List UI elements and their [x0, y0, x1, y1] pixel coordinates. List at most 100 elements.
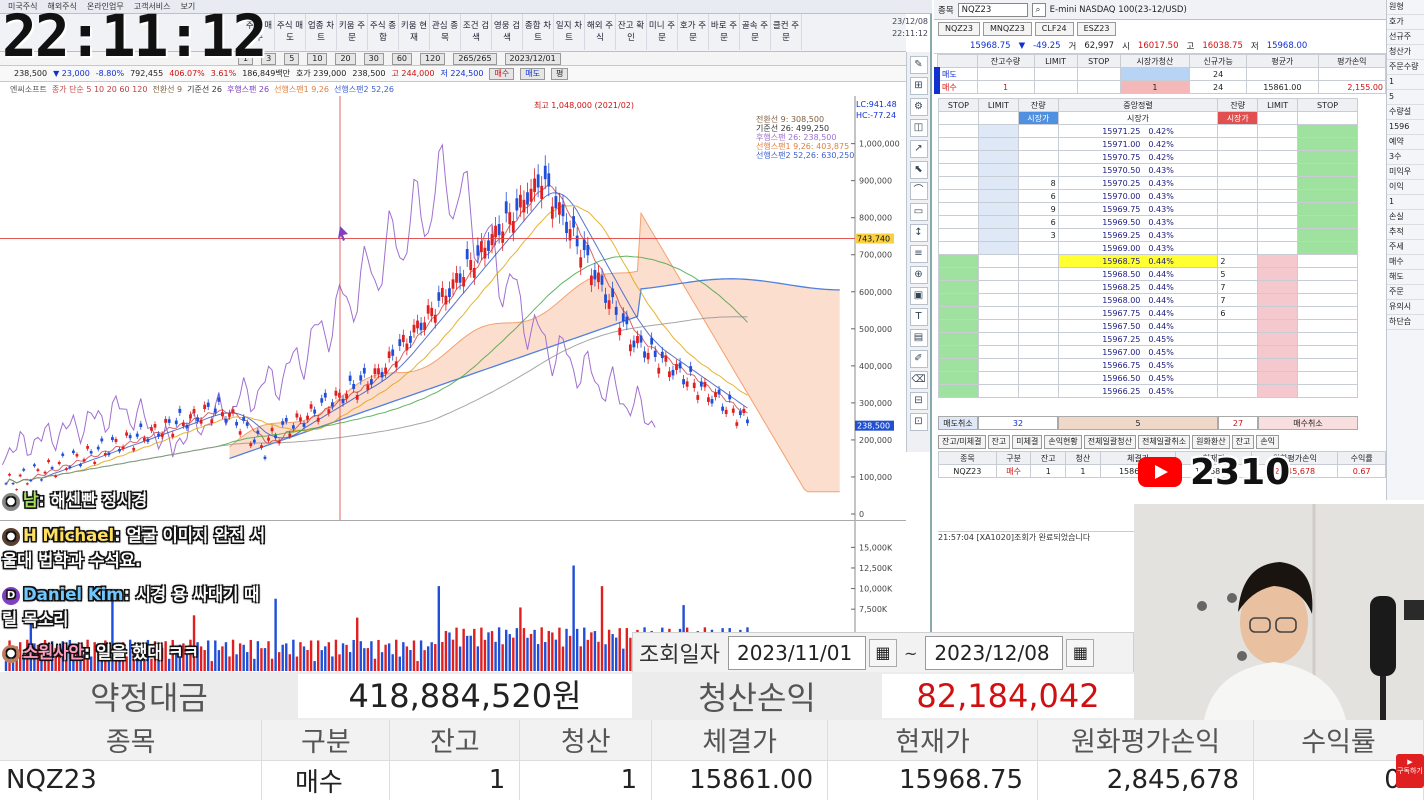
chart-tool-icon[interactable]: ↗ [909, 140, 928, 158]
limit-cell[interactable] [977, 254, 1019, 268]
order-book-row[interactable]: 15968.00 0.44% 7 [938, 293, 1358, 307]
account-tab[interactable]: 잔고 [987, 435, 1011, 449]
period-button[interactable]: 20 [335, 52, 356, 65]
price-cell[interactable]: 15971.00 0.42% [1057, 137, 1219, 151]
sell-button[interactable]: 매도 [520, 67, 545, 80]
order-panel-item[interactable]: 원형 [1387, 0, 1424, 15]
sell-cancel-button[interactable]: 매도취소 [938, 416, 978, 430]
stop-cell[interactable] [938, 176, 979, 190]
market-sell-button[interactable]: 시장가 [1017, 111, 1059, 125]
limit-cell[interactable] [977, 345, 1019, 359]
limit-cell[interactable] [977, 358, 1019, 372]
buy-button[interactable]: 매수 [489, 67, 515, 80]
stop-cell[interactable] [1297, 267, 1358, 281]
order-book-row[interactable]: 9 15969.75 0.43% [938, 202, 1358, 216]
price-cell[interactable]: 15970.50 0.43% [1057, 163, 1219, 177]
limit-cell[interactable] [1257, 293, 1299, 307]
order-panel-item[interactable]: 해도 [1387, 270, 1424, 285]
limit-cell[interactable] [1257, 124, 1299, 138]
stop-cell[interactable] [938, 124, 979, 138]
stop-cell[interactable] [938, 293, 979, 307]
stop-cell[interactable] [1297, 189, 1358, 203]
stop-cell[interactable] [1297, 202, 1358, 216]
toolbar-button[interactable]: 잔고 확인 [616, 14, 647, 50]
toolbar-button[interactable]: 일지 차트 [554, 14, 585, 50]
limit-cell[interactable] [977, 384, 1019, 398]
price-cell[interactable]: 15966.75 0.45% [1057, 358, 1219, 372]
chart-tool-icon[interactable]: ⊞ [909, 77, 928, 95]
stop-cell[interactable] [938, 384, 979, 398]
stop-cell[interactable] [1297, 163, 1358, 177]
limit-cell[interactable] [1257, 306, 1299, 320]
order-panel-item[interactable]: 예약 [1387, 135, 1424, 150]
stop-cell[interactable] [938, 280, 979, 294]
order-book-row[interactable]: 15968.75 0.44% 2 [938, 254, 1358, 268]
chart-tool-icon[interactable]: ≡ [909, 245, 928, 263]
order-panel-item[interactable]: 주문 [1387, 285, 1424, 300]
toolbar-button[interactable]: 조건 검색 [461, 14, 492, 50]
date-to-input[interactable]: 2023/12/08 ▦ [925, 636, 1095, 670]
stop-cell[interactable] [938, 189, 979, 203]
order-book-row[interactable]: 15967.75 0.44% 6 [938, 306, 1358, 320]
limit-cell[interactable] [1257, 254, 1299, 268]
limit-cell[interactable] [977, 332, 1019, 346]
calendar-icon[interactable]: ▦ [868, 639, 897, 667]
order-panel-item[interactable]: 1 [1387, 195, 1424, 210]
order-panel-item[interactable]: 수량설 [1387, 105, 1424, 120]
stop-cell[interactable] [938, 332, 979, 346]
chart-tool-icon[interactable]: ▭ [909, 203, 928, 221]
period-button[interactable]: 5 [284, 52, 300, 65]
toolbar-button[interactable]: 골속 주문 [740, 14, 771, 50]
buy-cancel-button[interactable]: 매수취소 [1258, 416, 1358, 430]
toolbar-button[interactable]: 미니 주문 [647, 14, 678, 50]
symbol-input[interactable]: NQZ23 [957, 2, 1028, 17]
account-tab[interactable]: 손익현황 [1044, 435, 1082, 449]
period-button[interactable]: 10 [307, 52, 328, 65]
order-book-row[interactable]: 15966.75 0.45% [938, 358, 1358, 372]
price-cell[interactable]: 15968.75 0.44% [1057, 254, 1219, 268]
limit-cell[interactable] [1257, 228, 1299, 242]
toolbar-button[interactable]: 바로 주문 [709, 14, 740, 50]
limit-cell[interactable] [977, 163, 1019, 177]
order-book-row[interactable]: 15969.00 0.43% [938, 241, 1358, 255]
chart-tool-icon[interactable]: ⬉ [909, 161, 928, 179]
limit-cell[interactable] [1257, 371, 1299, 385]
limit-cell[interactable] [1257, 176, 1299, 190]
stop-cell[interactable] [938, 150, 979, 164]
stop-cell[interactable] [938, 371, 979, 385]
limit-cell[interactable] [977, 124, 1019, 138]
account-tab[interactable]: 전체일괄청산 [1083, 435, 1136, 449]
toolbar-button[interactable]: 클컨 주문 [771, 14, 802, 50]
stop-cell[interactable] [938, 345, 979, 359]
price-cell[interactable]: 15970.75 0.42% [1057, 150, 1219, 164]
chart-tool-icon[interactable]: ▤ [909, 329, 928, 347]
price-cell[interactable]: 15966.50 0.45% [1057, 371, 1219, 385]
chart-tool-icon[interactable]: ⌫ [909, 371, 928, 389]
stop-cell[interactable] [938, 241, 979, 255]
price-chart[interactable]: 1,000,000 900,000 800,000 700,000 600,000 500… [0, 96, 906, 520]
order-panel-item[interactable]: 미익우 [1387, 165, 1424, 180]
order-panel-item[interactable]: 주문수량 [1387, 60, 1424, 75]
order-book-row[interactable]: 15967.25 0.45% [938, 332, 1358, 346]
subscribe-button[interactable]: ▶ 구독하기 [1396, 754, 1424, 788]
limit-cell[interactable] [1257, 215, 1299, 229]
toolbar-button[interactable]: 종합 차트 [523, 14, 554, 50]
toolbar-button[interactable]: 주식 종합 [368, 14, 399, 50]
order-panel-item[interactable]: 청산가 [1387, 45, 1424, 60]
market-buy-button[interactable]: 시장가 [1217, 111, 1259, 125]
price-cell[interactable]: 15971.25 0.42% [1057, 124, 1219, 138]
stop-cell[interactable] [1297, 254, 1358, 268]
limit-cell[interactable] [977, 371, 1019, 385]
account-tab[interactable]: 전체일괄취소 [1137, 435, 1191, 449]
account-tab[interactable]: 미체결 [1012, 435, 1043, 449]
chart-tool-icon[interactable]: ⊡ [909, 413, 928, 431]
price-cell[interactable]: 15967.00 0.45% [1057, 345, 1219, 359]
price-cell[interactable]: 15968.25 0.44% [1057, 280, 1219, 294]
order-book-row[interactable]: 15967.00 0.45% [938, 345, 1358, 359]
stop-cell[interactable] [1297, 293, 1358, 307]
order-book-row[interactable]: 6 15970.00 0.43% [938, 189, 1358, 203]
chart-tool-icon[interactable]: ⌒ [909, 182, 928, 200]
account-tab[interactable]: 손익 [1256, 435, 1280, 449]
price-cell[interactable]: 15967.50 0.44% [1057, 319, 1219, 333]
stop-cell[interactable] [1297, 241, 1358, 255]
